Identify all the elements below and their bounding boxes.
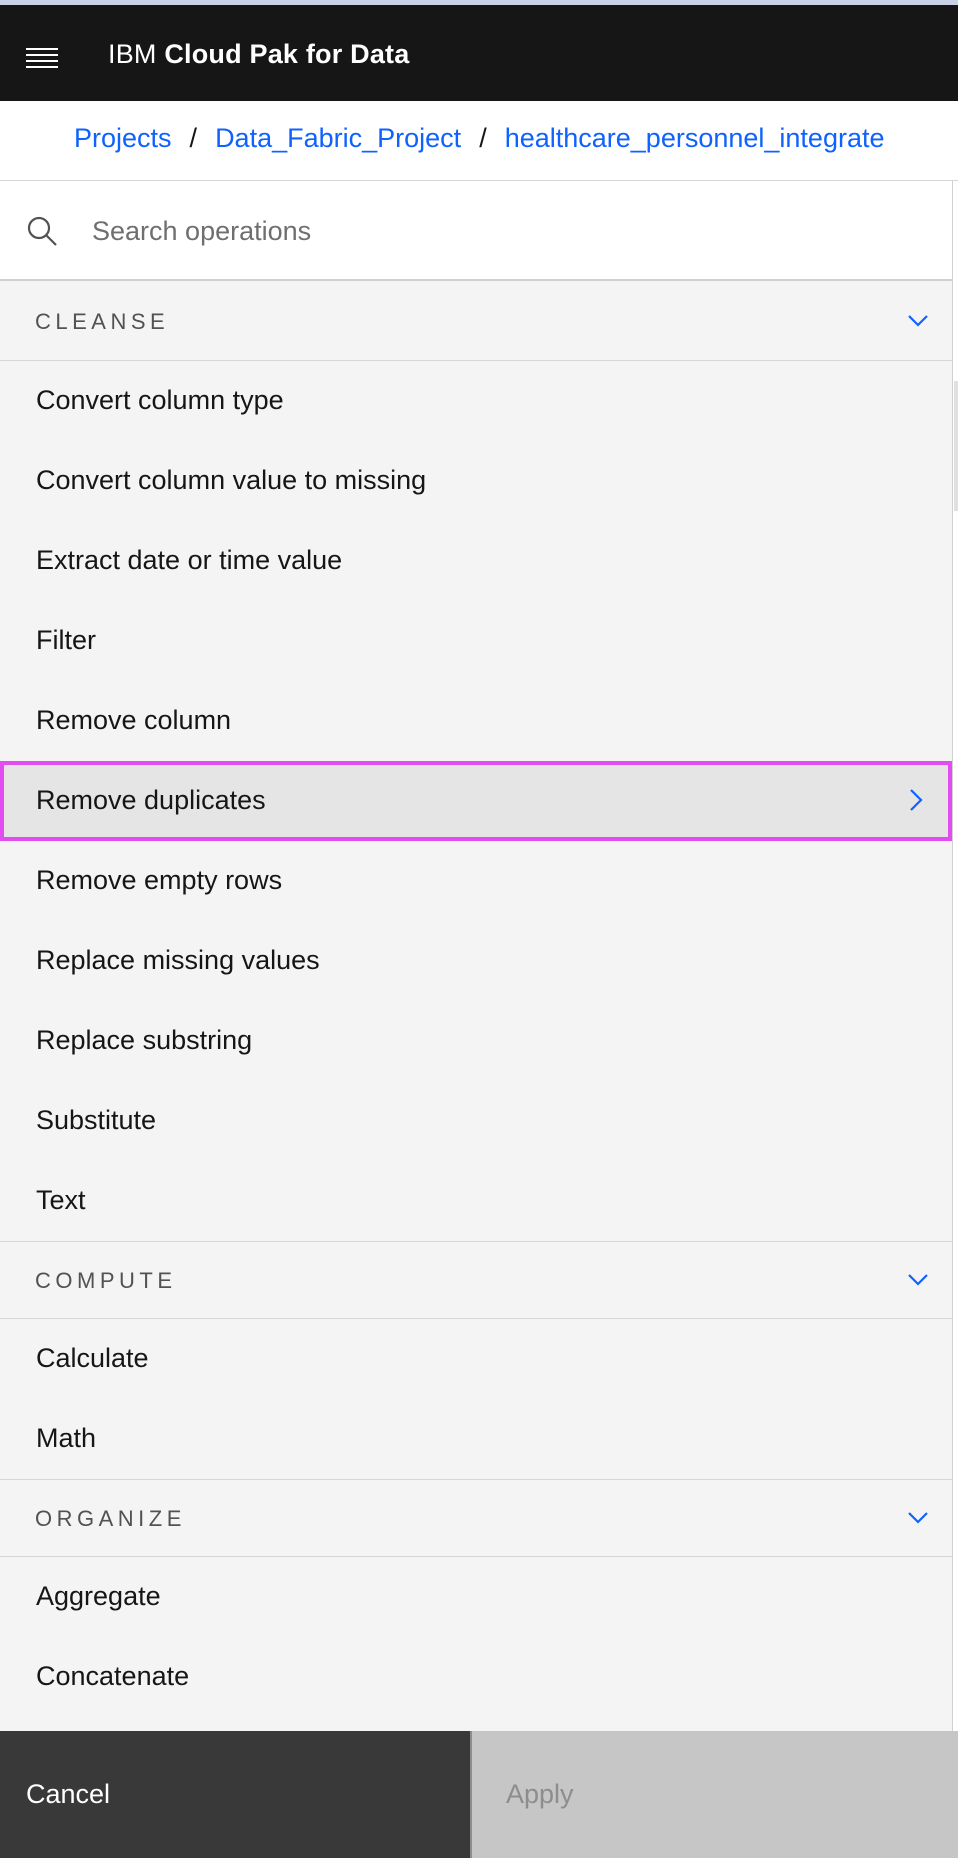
operation-label: Remove duplicates [36,785,266,815]
operation-item[interactable]: Aggregate [0,1557,952,1637]
section-header-cleanse[interactable]: CLEANSE [0,283,952,361]
operation-item[interactable]: Convert column type [0,361,952,441]
operation-item[interactable]: Concatenate [0,1637,952,1717]
operation-label: Remove empty rows [36,865,283,895]
cancel-button[interactable]: Cancel [0,1731,472,1858]
operations-list: CLEANSE Convert column type Convert colu… [0,283,952,1717]
operation-label: Math [36,1423,97,1453]
scrollbar-thumb[interactable] [954,381,958,511]
breadcrumb: Projects / Data_Fabric_Project / healthcare_… [0,101,958,181]
operation-item[interactable]: Math [0,1399,952,1479]
operation-item[interactable]: Replace missing values [0,921,952,1001]
operation-label: Extract date or time value [36,545,343,575]
operation-label: Convert column type [36,385,284,415]
hamburger-menu-icon[interactable] [26,46,58,70]
section-title: ORGANIZE [35,1506,186,1531]
search-icon [27,216,57,246]
operation-item-remove-duplicates[interactable]: Remove duplicates [0,761,952,841]
app-window: IBM Cloud Pak for Data Projects / Data_Fab… [0,0,958,1858]
operation-item[interactable]: Calculate [0,1319,952,1399]
chevron-down-icon [908,1512,928,1524]
apply-button[interactable]: Apply [472,1731,958,1858]
operation-item[interactable]: Filter [0,601,952,681]
operation-label: Aggregate [36,1581,161,1611]
section-title: COMPUTE [35,1268,177,1293]
breadcrumb-separator: / [479,123,487,153]
operation-label: Concatenate [36,1661,190,1691]
product-name[interactable]: IBM Cloud Pak for Data [108,39,409,70]
brand-product: Cloud Pak for Data [164,39,410,69]
chevron-down-icon [908,1274,928,1286]
breadcrumb-asset[interactable]: healthcare_personnel_integrate [505,123,885,153]
operation-item[interactable]: Substitute [0,1081,952,1161]
chevron-right-icon [910,789,923,811]
operation-label: Calculate [36,1343,149,1373]
footer-actions: Cancel Apply [0,1731,958,1858]
operation-label: Filter [36,625,96,655]
search-input[interactable] [90,206,930,256]
operation-label: Substitute [36,1105,157,1135]
operation-label: Text [36,1185,86,1215]
chevron-down-icon [908,315,928,327]
operation-item[interactable]: Extract date or time value [0,521,952,601]
operation-label: Replace substring [36,1025,253,1055]
breadcrumb-project[interactable]: Data_Fabric_Project [215,123,461,153]
operation-label: Convert column value to missing [36,465,427,495]
section-header-compute[interactable]: COMPUTE [0,1241,952,1319]
breadcrumb-separator: / [189,123,198,153]
operation-item[interactable]: Text [0,1161,952,1241]
scrollbar[interactable] [952,181,958,1731]
brand-ibm: IBM [108,39,157,69]
operation-item[interactable]: Remove empty rows [0,841,952,921]
operation-label: Remove column [36,705,232,735]
operation-item[interactable]: Remove column [0,681,952,761]
section-header-organize[interactable]: ORGANIZE [0,1479,952,1557]
breadcrumb-projects[interactable]: Projects [74,123,172,153]
operation-item[interactable]: Replace substring [0,1001,952,1081]
top-header: IBM Cloud Pak for Data [0,0,958,101]
section-title: CLEANSE [35,309,170,334]
search-bar [0,181,952,281]
operation-item[interactable]: Convert column value to missing [0,441,952,521]
operation-label: Replace missing values [36,945,320,975]
